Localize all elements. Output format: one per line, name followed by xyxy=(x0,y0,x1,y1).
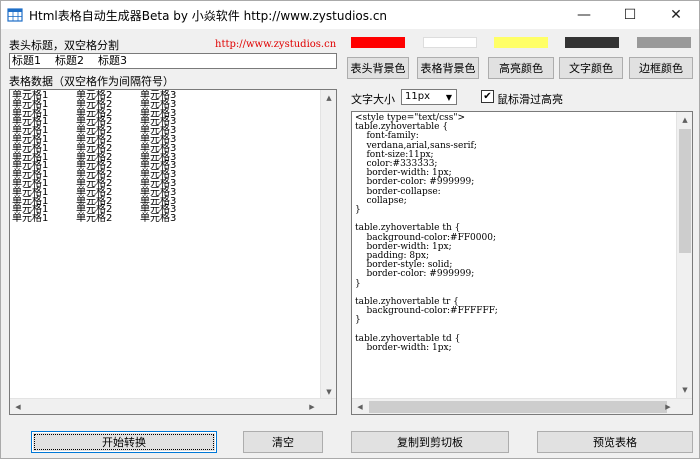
header-bg-swatch[interactable] xyxy=(351,37,405,48)
header-label: 表头标题，双空格分割 xyxy=(9,39,119,52)
convert-button[interactable]: 开始转换 xyxy=(31,431,217,453)
css-hscroll-thumb[interactable] xyxy=(369,401,667,413)
app-window: Html表格自动生成器Beta by 小焱软件 http://www.zystu… xyxy=(0,0,700,459)
minimize-button[interactable]: — xyxy=(561,1,607,29)
data-rows: 单元格1 单元格2 单元格3 单元格1 单元格2 单元格3 单元格1 单元格2 单元格3 单元格1… xyxy=(12,91,204,225)
data-vertical-scrollbar[interactable]: ▲ ▼ xyxy=(320,90,336,400)
preview-table-button[interactable]: 预览表格 xyxy=(537,431,693,453)
css-output-textarea[interactable]: <style type="text/css"> table.zyhovertab… xyxy=(351,111,693,415)
hover-highlight-label: 鼠标滑过高亮 xyxy=(497,93,563,106)
font-size-select[interactable]: 11px ▼ xyxy=(401,89,457,105)
scroll-right-icon[interactable]: ▶ xyxy=(304,399,320,414)
scroll-up-icon[interactable]: ▲ xyxy=(677,112,692,128)
data-cell: 单元格2 xyxy=(76,213,113,225)
scroll-right-icon[interactable]: ▶ xyxy=(660,399,676,414)
close-button[interactable]: ✕ xyxy=(653,1,699,29)
css-vertical-scrollbar[interactable]: ▲ ▼ xyxy=(676,112,692,398)
border-color-button[interactable]: 边框颜色 xyxy=(629,57,693,79)
scroll-left-icon[interactable]: ◀ xyxy=(352,399,368,414)
highlight-button[interactable]: 高亮颜色 xyxy=(488,57,554,79)
header-bg-button[interactable]: 表头背景色 xyxy=(347,57,409,79)
window-title: Html表格自动生成器Beta by 小焱软件 http://www.zystu… xyxy=(29,9,388,23)
css-code-text: <style type="text/css"> table.zyhovertab… xyxy=(355,113,498,354)
maximize-button[interactable]: ☐ xyxy=(607,1,653,29)
scroll-down-icon[interactable]: ▼ xyxy=(677,382,692,398)
table-bg-button[interactable]: 表格背景色 xyxy=(417,57,479,79)
border-color-swatch[interactable] xyxy=(637,37,691,48)
highlight-swatch[interactable] xyxy=(494,37,548,48)
header-input[interactable]: 标题1 标题2 标题3 xyxy=(9,53,337,69)
scroll-up-icon[interactable]: ▲ xyxy=(321,90,336,106)
data-cell: 单元格3 xyxy=(140,213,177,225)
hover-highlight-checkbox[interactable]: ✔ xyxy=(481,90,494,103)
css-horizontal-scrollbar[interactable]: ◀ ▶ xyxy=(352,398,692,414)
data-horizontal-scrollbar[interactable]: ◀ ▶ xyxy=(10,398,336,414)
website-link[interactable]: http://www.zystudios.cn xyxy=(215,39,336,50)
data-textarea[interactable]: 单元格1 单元格2 单元格3 单元格1 单元格2 单元格3 单元格1 单元格2 单元格3 单元格1… xyxy=(9,89,337,415)
minimize-icon: — xyxy=(577,7,591,23)
title-bar[interactable]: Html表格自动生成器Beta by 小焱软件 http://www.zystu… xyxy=(1,1,699,29)
data-cell: 单元格1 xyxy=(12,213,49,225)
font-size-label: 文字大小 xyxy=(351,93,395,106)
app-icon xyxy=(7,8,23,22)
data-row: 单元格1 单元格2 单元格3 xyxy=(12,213,204,225)
clear-button[interactable]: 清空 xyxy=(243,431,323,453)
font-size-value: 11px xyxy=(405,91,430,102)
table-bg-swatch[interactable] xyxy=(423,37,477,48)
chevron-down-icon: ▼ xyxy=(445,92,453,102)
scroll-left-icon[interactable]: ◀ xyxy=(10,399,26,414)
maximize-icon: ☐ xyxy=(623,7,637,23)
close-icon: ✕ xyxy=(670,7,682,23)
copy-to-clipboard-button[interactable]: 复制到剪切板 xyxy=(351,431,509,453)
text-color-swatch[interactable] xyxy=(565,37,619,48)
data-label: 表格数据（双空格作为间隔符号） xyxy=(9,75,174,88)
text-color-button[interactable]: 文字颜色 xyxy=(559,57,623,79)
css-scroll-thumb[interactable] xyxy=(679,129,691,253)
